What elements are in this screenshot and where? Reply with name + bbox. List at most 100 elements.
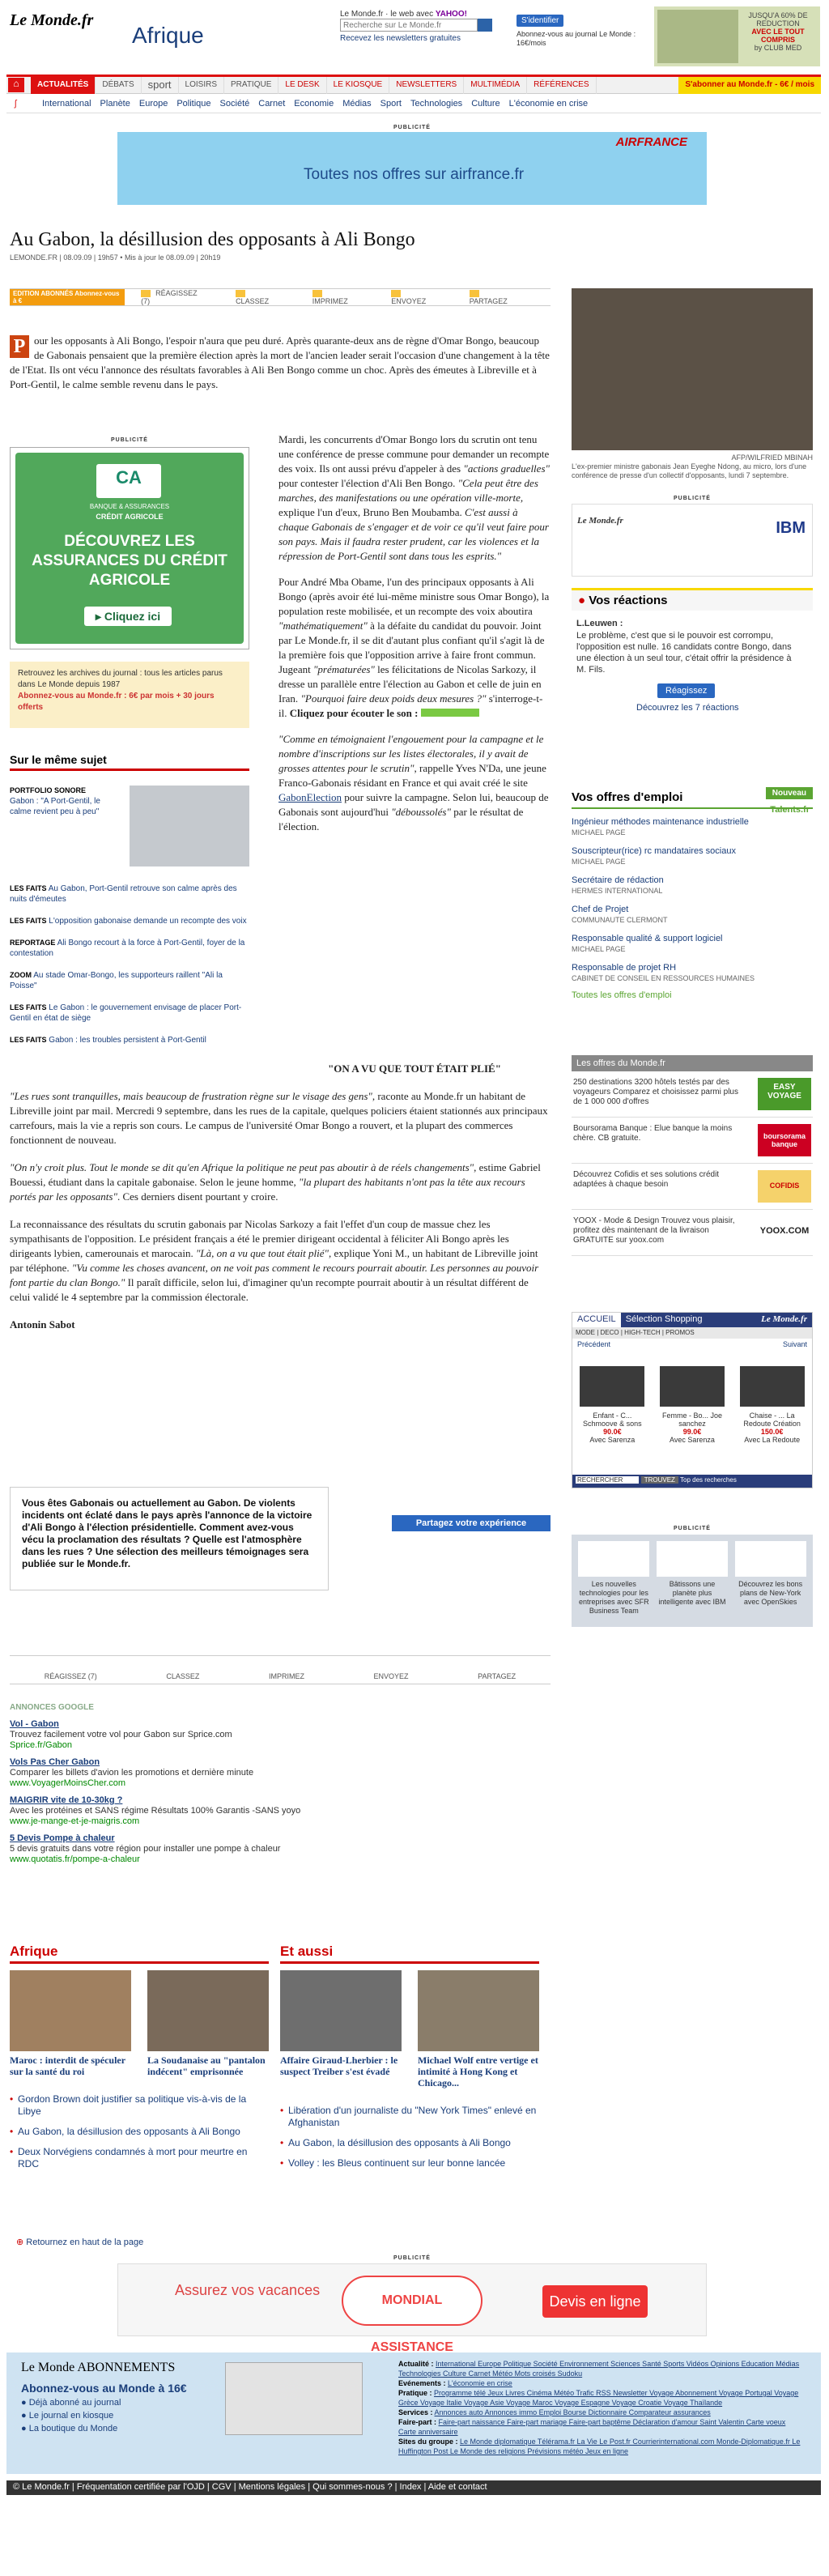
product-card[interactable]: Femme - Bo... Joe sanchez 99.0€ Avec Saren… xyxy=(657,1366,727,1444)
shop-tab-selection[interactable]: Sélection Shopping xyxy=(621,1313,708,1327)
print-tool-bottom[interactable]: IMPRIMEZ xyxy=(269,1672,304,1680)
afrique-title[interactable]: Afrique xyxy=(10,1944,269,1964)
job-item[interactable]: Responsable de projet RH CABINET DE CONSE… xyxy=(572,963,813,984)
shop-categories[interactable]: MODE | DECO | HIGH-TECH | PROMOS xyxy=(572,1327,812,1339)
footer-partners[interactable]: Faire-part naissance Faire-part mariage … xyxy=(398,2418,785,2436)
related-item[interactable]: PORTFOLIO SONORE Gabon : "A Port-Gentil, … xyxy=(10,786,123,817)
back-to-top-link[interactable]: ⊕ Retournez en haut de la page xyxy=(16,2237,143,2247)
subnav-technologies[interactable]: Technologies xyxy=(410,99,462,109)
print-tool[interactable]: IMPRIMEZ xyxy=(312,289,359,305)
subnav-societe[interactable]: Société xyxy=(220,99,250,109)
footer-legal[interactable]: © Le Monde.fr | Fréquentation certifiée … xyxy=(6,2480,821,2495)
subscribe-nav-button[interactable]: S'abonner au Monde.fr - 6€ / mois xyxy=(678,77,821,94)
credit-agricole-ad[interactable]: CA BANQUE & ASSURANCES CRÉDIT AGRICOLE D… xyxy=(10,447,249,649)
subnav-carnet[interactable]: Carnet xyxy=(258,99,285,109)
nav-pratique[interactable]: PRATIQUE xyxy=(224,77,279,94)
search-scope-lemonde[interactable]: Le Monde.fr xyxy=(340,10,383,19)
shop-tab-home[interactable]: ACCUEIL xyxy=(572,1313,621,1327)
footer-sites[interactable]: Le Monde diplomatique Télérama.fr La Vie… xyxy=(398,2438,800,2455)
product-card[interactable]: Enfant - C... Schmoove & sons 90.0€ Avec S… xyxy=(577,1366,647,1444)
subnav-economie-crise[interactable]: L'économie en crise xyxy=(509,99,589,109)
related-item[interactable]: LES FAITS Le Gabon : le gouvernement env… xyxy=(10,1003,249,1024)
afrique-link[interactable]: Au Gabon, la désillusion des opposants à… xyxy=(10,2126,269,2138)
afrique-photo-story[interactable]: Maroc : interdit de spéculer sur la sant… xyxy=(10,1970,131,2077)
header-promo-banner[interactable]: JUSQU'A 60% DE REDUCTION AVEC LE TOUT COM… xyxy=(654,6,820,66)
share-tool-bottom[interactable]: PARTAGEZ xyxy=(478,1672,516,1680)
offer-item[interactable]: Découvrez Cofidis et ses solutions crédi… xyxy=(572,1164,813,1210)
shop-search-input[interactable]: RECHERCHER xyxy=(576,1476,640,1484)
google-ad[interactable]: MAIGRIR vite de 10-30kg ? Avec les protéi… xyxy=(10,1795,551,1827)
google-ad[interactable]: Vols Pas Cher Gabon Comparer les billets … xyxy=(10,1757,551,1789)
job-item[interactable]: Chef de Projet COMMUNAUTE CLERMONT xyxy=(572,905,813,926)
afrique-link[interactable]: Gordon Brown doit justifier sa politique… xyxy=(10,2093,269,2118)
subnav-economie[interactable]: Economie xyxy=(294,99,334,109)
home-icon[interactable]: ⌂ xyxy=(8,78,24,92)
audio-player[interactable] xyxy=(420,709,479,717)
listen-audio-link[interactable]: Cliquez pour écouter le son : xyxy=(290,707,419,719)
nav-le-kiosque[interactable]: LE KIOSQUE xyxy=(327,77,390,94)
shop-prev[interactable]: Précédent xyxy=(577,1340,610,1348)
send-tool[interactable]: ENVOYEZ xyxy=(391,289,437,305)
subscribe-text[interactable]: Abonnez-vous au journal Le Monde : 16€/m… xyxy=(517,30,653,48)
job-item[interactable]: Secrétaire de rédaction HERMES INTERNATIO… xyxy=(572,875,813,896)
send-tool-bottom[interactable]: ENVOYEZ xyxy=(374,1672,409,1680)
offer-item[interactable]: Boursorama Banque : Elue banque la moins… xyxy=(572,1118,813,1164)
react-button[interactable]: Réagissez xyxy=(657,683,716,698)
job-item[interactable]: Responsable qualité & support logiciel MI… xyxy=(572,934,813,955)
footer-pratique[interactable]: Programme télé Jeux Livres Cinéma Météo … xyxy=(398,2389,798,2407)
etaussi-link[interactable]: Libération d'un journaliste du "New York… xyxy=(280,2105,539,2129)
subnav-politique[interactable]: Politique xyxy=(176,99,210,109)
share-experience-button[interactable]: Partagez votre expérience xyxy=(392,1515,551,1531)
classify-tool[interactable]: CLASSEZ xyxy=(236,289,280,305)
etaussi-photo-story[interactable]: Michael Wolf entre vertige et intimité à… xyxy=(418,1970,539,2088)
all-jobs-link[interactable]: Toutes les offres d'emploi xyxy=(572,990,813,1000)
nav-sport[interactable]: sport xyxy=(142,77,179,94)
search-scope-web[interactable]: le web avec xyxy=(390,10,433,19)
footer-events[interactable]: L'économie en crise xyxy=(448,2379,512,2387)
airfrance-banner[interactable]: Toutes nos offres sur airfrance.fr AIRFR… xyxy=(117,132,707,205)
job-item[interactable]: Souscripteur(rice) rc mandataires sociau… xyxy=(572,846,813,867)
search-button[interactable] xyxy=(478,19,492,32)
subnav-planete[interactable]: Planète xyxy=(100,99,130,109)
partner-tile[interactable]: Les nouvelles technologies pour les entr… xyxy=(578,1541,650,1620)
banner2-cta[interactable]: Devis en ligne xyxy=(542,2285,648,2318)
react-tool[interactable]: RÉAGISSEZ (7) xyxy=(141,289,203,305)
site-logo[interactable]: Le Monde.fr xyxy=(10,11,93,30)
related-item[interactable]: LES FAITS Gabon : les troubles persisten… xyxy=(10,1035,249,1045)
afrique-photo-story[interactable]: La Soudanaise au "pantalon indécent" emp… xyxy=(147,1970,269,2077)
related-item[interactable]: LES FAITS L'opposition gabonaise demande… xyxy=(10,916,249,926)
ibm-ad[interactable]: Le Monde.fr IBM xyxy=(572,504,813,577)
ca-cta-button[interactable]: ▸ Cliquez ici xyxy=(84,607,172,626)
edition-badge[interactable]: EDITION ABONNÉS Abonnez-vous à € xyxy=(10,289,125,305)
archives-offer[interactable]: Abonnez-vous au Monde.fr : 6€ par mois +… xyxy=(18,692,215,712)
search-input[interactable] xyxy=(340,19,478,32)
talents-logo[interactable]: Talents.fr xyxy=(770,805,810,815)
footer-rubs[interactable]: International Europe Politique Société E… xyxy=(398,2360,799,2378)
shop-next[interactable]: Suivant xyxy=(783,1340,807,1348)
gabonelection-link[interactable]: GabonElection xyxy=(278,791,342,803)
footer-services[interactable]: Annonces auto Annonces immo Emploi Bours… xyxy=(435,2408,711,2416)
related-item[interactable]: ZOOM Au stade Omar-Bongo, les supporteur… xyxy=(10,970,249,991)
newsletter-link[interactable]: Recevez les newsletters gratuites xyxy=(340,34,502,43)
job-item[interactable]: Ingénieur méthodes maintenance industrie… xyxy=(572,817,813,838)
offer-item[interactable]: YOOX - Mode & Design Trouvez vous plaisi… xyxy=(572,1210,813,1256)
subnav-sport[interactable]: Sport xyxy=(380,99,402,109)
partner-tile[interactable]: Découvrez les bons plans de New-York ave… xyxy=(734,1541,806,1620)
etaussi-link[interactable]: Au Gabon, la désillusion des opposants à… xyxy=(280,2137,539,2149)
etaussi-link[interactable]: Volley : les Bleus continuent sur leur b… xyxy=(280,2157,539,2169)
archives-box[interactable]: Retrouvez les archives du journal : tous… xyxy=(10,662,249,728)
subnav-medias[interactable]: Médias xyxy=(342,99,371,109)
offer-item[interactable]: 250 destinations 3200 hôtels testés par … xyxy=(572,1071,813,1118)
nav-newsletters[interactable]: NEWSLETTERS xyxy=(389,77,465,94)
mondial-assistance-banner[interactable]: Assurez vos vacances MONDIAL ASSISTANCE … xyxy=(117,2263,707,2354)
afrique-link[interactable]: Deux Norvégiens condamnés à mort pour me… xyxy=(10,2146,269,2170)
identify-button[interactable]: S'identifier xyxy=(517,15,564,27)
nav-le-desk[interactable]: LE DESK xyxy=(278,77,327,94)
subnav-europe[interactable]: Europe xyxy=(139,99,168,109)
all-reactions-link[interactable]: Découvrez les 7 réactions xyxy=(636,703,813,713)
article-photo[interactable] xyxy=(572,288,813,450)
share-tool[interactable]: PARTAGEZ xyxy=(469,289,518,305)
rss-icon[interactable]: ʃ xyxy=(15,99,16,109)
product-card[interactable]: Chaise - ... La Redoute Création 150.0€ Av… xyxy=(738,1366,807,1444)
same-subject-photo[interactable] xyxy=(130,786,249,866)
